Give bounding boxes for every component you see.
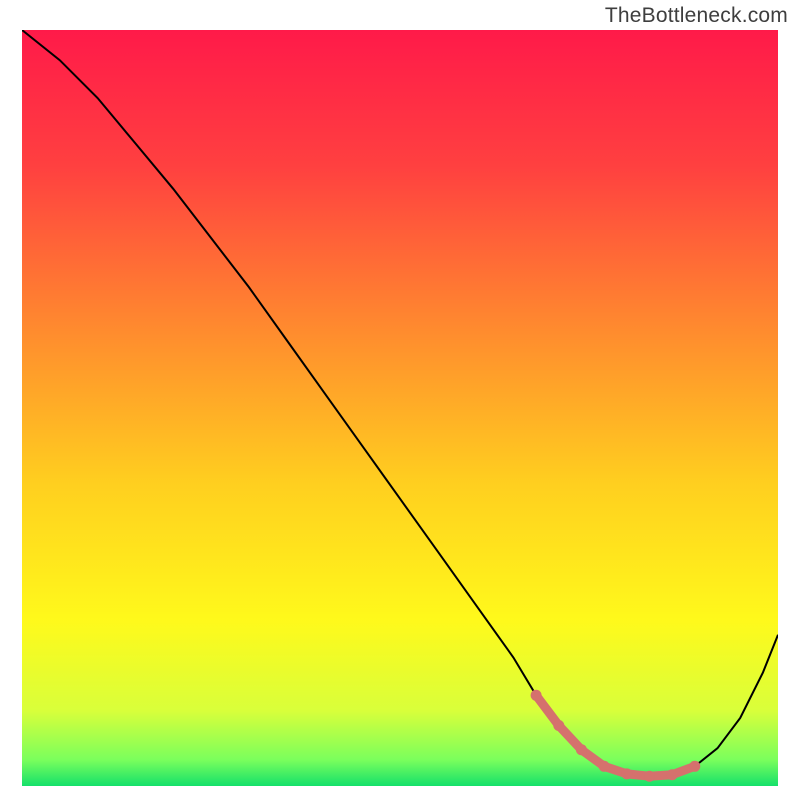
sweet-spot-marker	[667, 769, 678, 780]
sweet-spot-marker	[689, 761, 700, 772]
sweet-spot-marker	[553, 720, 564, 731]
watermark-text: TheBottleneck.com	[605, 4, 788, 28]
chart-svg	[22, 30, 778, 786]
sweet-spot-marker	[599, 761, 610, 772]
chart-container: TheBottleneck.com	[0, 0, 800, 800]
sweet-spot-marker	[531, 690, 542, 701]
sweet-spot-marker	[621, 768, 632, 779]
sweet-spot-marker	[644, 771, 655, 782]
sweet-spot-marker	[576, 744, 587, 755]
chart-plot-area	[22, 30, 778, 786]
